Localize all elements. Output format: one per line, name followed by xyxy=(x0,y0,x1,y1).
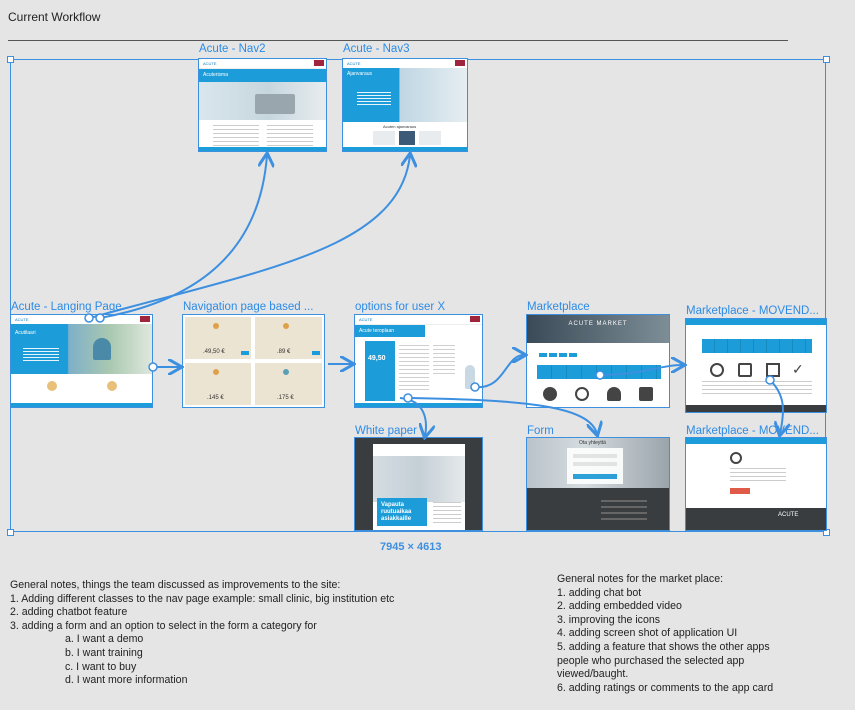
arrow-options-to-marketplace xyxy=(474,355,524,389)
notes-subitem: c. I want to buy xyxy=(65,660,137,673)
arrow-options-to-whitepaper xyxy=(399,397,426,436)
notes-item: 5. adding a feature that shows the other… xyxy=(557,640,770,681)
connector-dot[interactable] xyxy=(765,375,775,385)
notes-subitem: d. I want more information xyxy=(65,674,188,687)
notes-item: 2. adding chatbot feature xyxy=(10,606,128,619)
notes-item: 3. improving the icons xyxy=(557,613,661,626)
notes-subitem: b. I want training xyxy=(65,646,143,659)
connector-dot[interactable] xyxy=(595,370,605,380)
notes-item: 4. adding screen shot of application UI xyxy=(557,627,738,640)
arrow-marketplace-to-moveend xyxy=(599,365,683,376)
connector-dot[interactable] xyxy=(84,313,94,323)
connector-dot[interactable] xyxy=(148,362,158,372)
connector-dot[interactable] xyxy=(95,313,105,323)
notes-site: General notes, things the team discussed… xyxy=(10,579,394,688)
arrow-options-to-form xyxy=(409,397,597,434)
notes-item: 6. adding ratings or comments to the app… xyxy=(557,681,774,694)
notes-item: 1. Adding different classes to the nav p… xyxy=(10,592,395,605)
connector-dot[interactable] xyxy=(403,393,413,403)
notes-item: 2. adding embedded video xyxy=(557,600,682,613)
notes-item: 1. adding chat bot xyxy=(557,586,642,599)
notes-heading: General notes for the market place: xyxy=(557,573,724,585)
notes-subitem: a. I want a demo xyxy=(65,633,144,646)
notes-heading: General notes, things the team discussed… xyxy=(10,579,341,591)
notes-marketplace: General notes for the market place: 1. a… xyxy=(557,573,797,695)
notes-item: 3. adding a form and an option to select… xyxy=(10,619,317,632)
arrow-landing-to-nav3 xyxy=(89,155,410,319)
arrow-moveend-to-moveend2 xyxy=(769,379,783,434)
connector-dot[interactable] xyxy=(470,382,480,392)
